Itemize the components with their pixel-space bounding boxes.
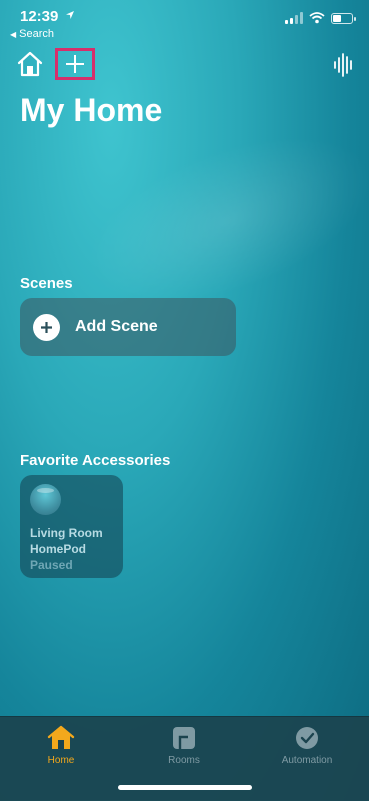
add-button[interactable] bbox=[55, 48, 95, 80]
cellular-signal-icon bbox=[285, 12, 303, 24]
top-toolbar bbox=[0, 48, 369, 84]
add-scene-button[interactable]: Add Scene bbox=[20, 298, 236, 356]
page-title: My Home bbox=[20, 92, 163, 128]
back-triangle-icon: ◀ bbox=[10, 30, 17, 39]
wifi-icon bbox=[309, 12, 325, 24]
accessory-name: Living Room HomePod bbox=[30, 525, 103, 557]
house-icon bbox=[47, 725, 75, 749]
home-indicator[interactable] bbox=[118, 785, 252, 790]
scenes-section-title: Scenes bbox=[20, 275, 73, 292]
location-arrow-icon bbox=[66, 11, 74, 19]
tab-automation[interactable]: Automation bbox=[262, 725, 352, 766]
status-time: 12:39 bbox=[20, 8, 59, 25]
home-settings-icon[interactable] bbox=[16, 50, 44, 78]
accessory-device: HomePod bbox=[30, 542, 87, 556]
status-bar: 12:39 ◀ Search bbox=[0, 0, 369, 46]
back-label: Search bbox=[19, 28, 55, 40]
tab-home[interactable]: Home bbox=[16, 725, 106, 766]
add-scene-label: Add Scene bbox=[75, 318, 158, 335]
favorites-section-title: Favorite Accessories bbox=[20, 452, 171, 469]
tab-rooms[interactable]: Rooms bbox=[139, 725, 229, 766]
tab-rooms-label: Rooms bbox=[168, 755, 200, 766]
accessory-tile[interactable]: Living Room HomePod Paused bbox=[20, 475, 123, 578]
accessory-room: Living Room bbox=[30, 526, 103, 540]
homepod-icon bbox=[30, 484, 61, 515]
accessory-status: Paused bbox=[30, 558, 73, 572]
status-indicators bbox=[285, 12, 356, 24]
battery-icon bbox=[331, 12, 356, 24]
tab-automation-label: Automation bbox=[281, 755, 333, 766]
clock-check-icon bbox=[296, 727, 318, 749]
tab-home-label: Home bbox=[47, 755, 75, 766]
rooms-icon bbox=[173, 727, 195, 749]
plus-icon bbox=[66, 55, 84, 73]
back-to-search-link[interactable]: ◀ Search bbox=[10, 28, 54, 40]
plus-circle-icon bbox=[33, 313, 60, 341]
intercom-waveform-icon[interactable] bbox=[333, 52, 355, 78]
